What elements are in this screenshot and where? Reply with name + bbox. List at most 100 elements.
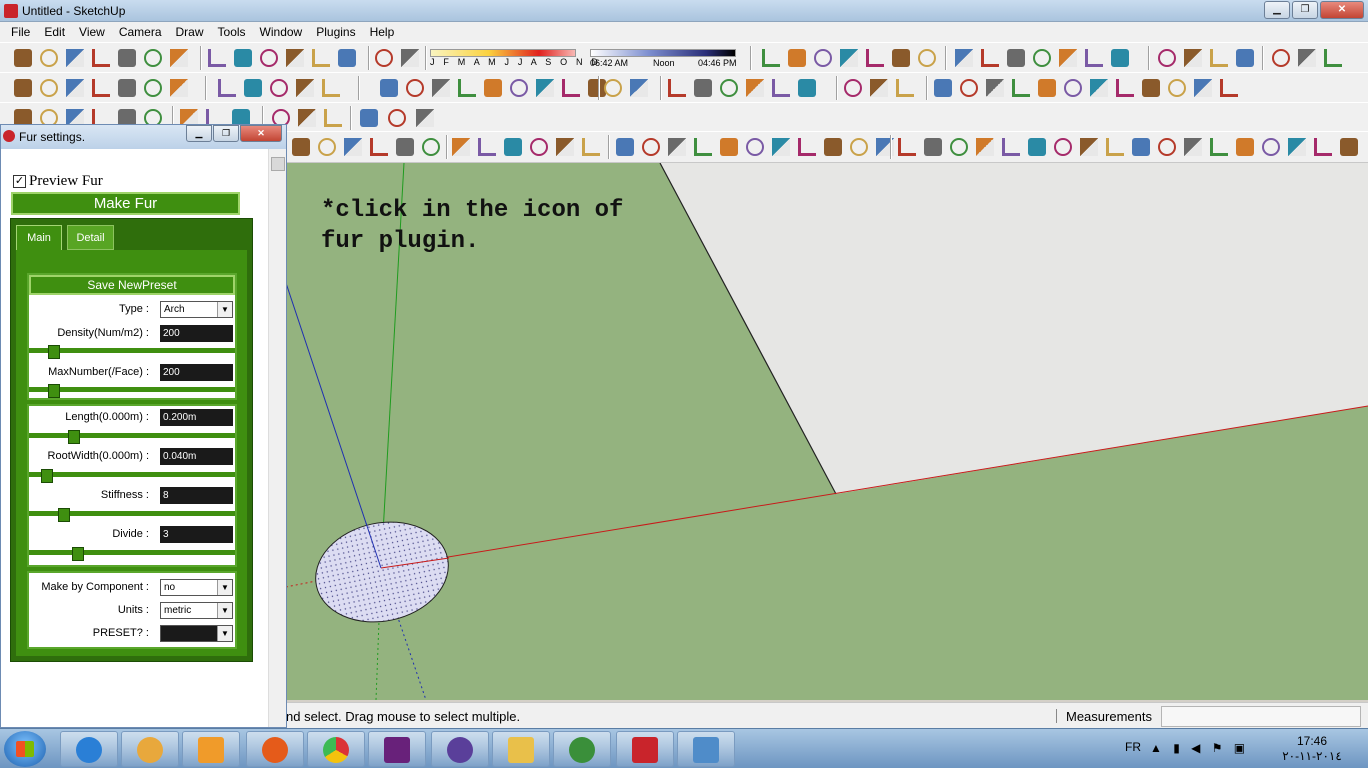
toolbar-tool-icon[interactable]	[986, 79, 1004, 97]
toolbar-tool-icon[interactable]	[918, 49, 936, 67]
toolbar-tool-icon[interactable]	[582, 138, 600, 156]
tab-main[interactable]: Main	[16, 225, 62, 250]
toolbar-tool-icon[interactable]	[1012, 79, 1030, 97]
toolbar-tool-icon[interactable]	[14, 79, 32, 97]
toolbar-tool-icon[interactable]	[375, 49, 393, 67]
divide-slider-thumb[interactable]	[72, 547, 84, 561]
toolbar-tool-icon[interactable]	[66, 49, 84, 67]
rootwidth-slider-track[interactable]	[29, 472, 235, 477]
toolbar-tool-icon[interactable]	[668, 138, 686, 156]
toolbar-tool-icon[interactable]	[866, 49, 884, 67]
density-slider-thumb[interactable]	[48, 345, 60, 359]
toolbar-tool-icon[interactable]	[244, 79, 262, 97]
rootwidth-slider[interactable]	[29, 469, 235, 483]
toolbar-tool-icon[interactable]	[720, 79, 738, 97]
toolbar-tool-icon[interactable]	[286, 49, 304, 67]
toolbar-tool-icon[interactable]	[1064, 79, 1082, 97]
toolbar-tool-icon[interactable]	[298, 109, 316, 127]
length-input[interactable]: 0.200m	[160, 409, 233, 426]
toolbar-tool-icon[interactable]	[798, 79, 816, 97]
toolbar-tool-icon[interactable]	[772, 138, 790, 156]
toolbar-tool-icon[interactable]	[504, 138, 522, 156]
density-input[interactable]: 200	[160, 325, 233, 342]
toolbar-tool-icon[interactable]	[798, 138, 816, 156]
toolbar-tool-icon[interactable]	[1111, 49, 1129, 67]
toolbar-tool-icon[interactable]	[981, 49, 999, 67]
length-slider[interactable]	[29, 430, 235, 444]
preview-fur-checkbox[interactable]: ✓	[13, 175, 26, 188]
toolbar-tool-icon[interactable]	[746, 138, 764, 156]
toolbar-tool-icon[interactable]	[144, 79, 162, 97]
toolbar-tool-icon[interactable]	[324, 109, 342, 127]
menu-edit[interactable]: Edit	[37, 25, 72, 39]
length-slider-track[interactable]	[29, 433, 235, 438]
menu-help[interactable]: Help	[363, 25, 402, 39]
toolbar-tool-icon[interactable]	[824, 138, 842, 156]
shadow-date-slider[interactable]: J F M A M J J A S O N D	[430, 49, 598, 67]
taskbar-ie[interactable]	[60, 731, 118, 767]
toolbar-tool-icon[interactable]	[896, 79, 914, 97]
maxnumber-slider[interactable]	[29, 384, 235, 398]
toolbar-tool-icon[interactable]	[296, 79, 314, 97]
menu-camera[interactable]: Camera	[112, 25, 169, 39]
toolbar-tool-icon[interactable]	[772, 79, 790, 97]
toolbar-tool-icon[interactable]	[788, 49, 806, 67]
toolbar-tool-icon[interactable]	[401, 49, 419, 67]
menu-draw[interactable]: Draw	[169, 25, 211, 39]
toolbar-tool-icon[interactable]	[344, 138, 362, 156]
toolbar-tool-icon[interactable]	[1007, 49, 1025, 67]
toolbar-tool-icon[interactable]	[898, 138, 916, 156]
minimize-button[interactable]: ▁	[1264, 1, 1290, 19]
toolbar-tool-icon[interactable]	[668, 79, 686, 97]
shadow-time-slider[interactable]: 06:42 AM Noon 04:46 PM	[590, 49, 740, 69]
toolbar-tool-icon[interactable]	[118, 49, 136, 67]
fur-dialog-titlebar[interactable]: Fur settings. ▁ ❐ ✕	[1, 125, 286, 149]
toolbar-tool-icon[interactable]	[406, 79, 424, 97]
drawing-viewport[interactable]: *click in the icon of fur plugin.	[286, 163, 1368, 700]
toolbar-tool-icon[interactable]	[892, 49, 910, 67]
stiffness-input[interactable]: 8	[160, 487, 233, 504]
toolbar-tool-icon[interactable]	[616, 138, 634, 156]
toolbar-tool-icon[interactable]	[746, 79, 764, 97]
toolbar-tool-icon[interactable]	[292, 138, 310, 156]
stiffness-slider-thumb[interactable]	[58, 508, 70, 522]
taskbar-explorer[interactable]	[492, 731, 550, 767]
toolbar-tool-icon[interactable]	[976, 138, 994, 156]
start-button[interactable]	[4, 731, 46, 767]
toolbar-tool-icon[interactable]	[478, 138, 496, 156]
close-button[interactable]: ✕	[1320, 1, 1364, 19]
toolbar-tool-icon[interactable]	[92, 49, 110, 67]
toolbar-tool-icon[interactable]	[604, 79, 622, 97]
toolbar-tool-icon[interactable]	[924, 138, 942, 156]
tab-detail[interactable]: Detail	[67, 225, 114, 250]
toolbar-tool-icon[interactable]	[1158, 138, 1176, 156]
toolbar-tool-icon[interactable]	[850, 138, 868, 156]
taskbar-media[interactable]	[121, 731, 179, 767]
rootwidth-slider-thumb[interactable]	[41, 469, 53, 483]
toolbar-tool-icon[interactable]	[1324, 49, 1342, 67]
measurements-input[interactable]	[1161, 706, 1361, 727]
system-clock[interactable]: 17:46 ٢٠١٤-١١-٢٠	[1282, 734, 1342, 764]
menu-tools[interactable]: Tools	[211, 25, 253, 39]
taskbar-sketchup[interactable]	[616, 731, 674, 767]
toolbar-tool-icon[interactable]	[1340, 138, 1358, 156]
toolbar-tool-icon[interactable]	[1142, 79, 1160, 97]
save-new-preset-button[interactable]: Save NewPreset	[29, 275, 235, 295]
language-indicator[interactable]: FR	[1125, 740, 1141, 754]
toolbar-tool-icon[interactable]	[40, 49, 58, 67]
toolbar-tool-icon[interactable]	[955, 49, 973, 67]
toolbar-tool-icon[interactable]	[950, 138, 968, 156]
toolbar-tool-icon[interactable]	[1288, 138, 1306, 156]
toolbar-tool-icon[interactable]	[1194, 79, 1212, 97]
toolbar-tool-icon[interactable]	[416, 109, 434, 127]
fur-minimize-button[interactable]: ▁	[186, 125, 212, 142]
toolbar-tool-icon[interactable]	[1314, 138, 1332, 156]
taskbar-visual-studio[interactable]	[368, 731, 426, 767]
toolbar-tool-icon[interactable]	[1028, 138, 1046, 156]
rootwidth-input[interactable]: 0.040m	[160, 448, 233, 465]
units-select[interactable]: metric ▼	[160, 602, 233, 619]
selected-circle-face[interactable]	[306, 510, 457, 634]
shadow-time-track[interactable]	[590, 49, 736, 57]
toolbar-tool-icon[interactable]	[432, 79, 450, 97]
toolbar-tool-icon[interactable]	[370, 138, 388, 156]
